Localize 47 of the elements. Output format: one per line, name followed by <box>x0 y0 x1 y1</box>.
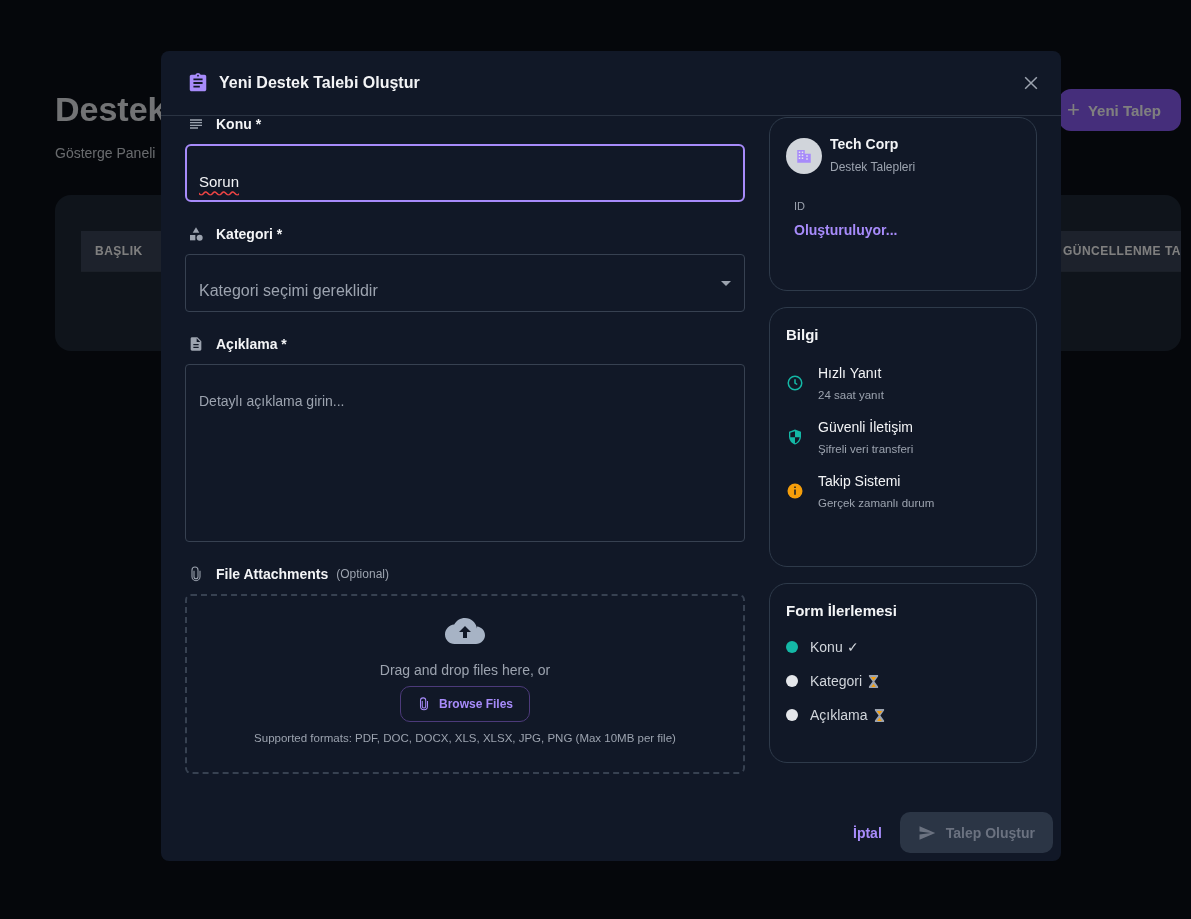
cancel-button[interactable]: İptal <box>853 820 882 845</box>
dialog-title: Yeni Destek Talebi Oluştur <box>219 74 421 92</box>
caret-icon <box>721 280 731 286</box>
breadcrumb: Gösterge Paneli <box>55 145 157 161</box>
clipboard-icon <box>187 72 209 94</box>
company-subtitle: Destek Talepleri <box>830 160 916 174</box>
id-label: ID <box>794 200 806 212</box>
field-label: Konu * <box>216 116 262 132</box>
cloud-upload-icon <box>445 618 485 644</box>
field-label: Kategori * <box>216 226 283 242</box>
field-label: File Attachments <box>216 566 329 582</box>
shapes-icon <box>188 226 204 242</box>
column-header: BAŞLIK <box>95 244 143 258</box>
supported-formats: Supported formats: PDF, DOC, DOCX, XLS, XLSX, JPG, PNG (Max 10MB per file) <box>254 732 676 744</box>
company-name: Tech Corp <box>830 136 900 152</box>
progress-item: Açıklama <box>810 707 868 723</box>
browse-files-button[interactable]: Browse Files <box>400 686 530 722</box>
info-text: Gerçek zamanlı durum <box>818 497 935 509</box>
info-text: 24 saat yanıt <box>818 389 884 401</box>
column-header: GÜNCELLENME TA <box>1062 244 1181 258</box>
optional-note: (Optional) <box>336 567 389 581</box>
info-title: Hızlı Yanıt <box>818 365 883 381</box>
card-title: Bilgi <box>786 326 820 343</box>
clock-icon <box>786 374 804 392</box>
paperclip-icon <box>417 697 431 711</box>
paperclip-icon <box>188 566 204 582</box>
progress-item: Kategori <box>810 673 863 689</box>
id-value: Oluşturuluyor... <box>794 222 899 238</box>
category-dropdown[interactable]: Kategori seçimi gereklidir <box>185 254 745 312</box>
info-title: Güvenli İletişim <box>818 419 914 435</box>
progress-item: Konu ✓ <box>810 639 859 655</box>
subject-field[interactable]: Sorun <box>185 144 745 202</box>
page-title: Destek <box>55 90 167 129</box>
card-title: Form İlerlemesi <box>786 602 898 619</box>
hourglass-icon <box>873 707 885 723</box>
lines-icon <box>188 116 204 132</box>
description-field[interactable]: Detaylı açıklama girin... <box>185 364 745 542</box>
field-label: Açıklama * <box>216 336 287 352</box>
shield-icon <box>786 428 804 446</box>
drop-instructions: Drag and drop files here, or <box>379 662 551 678</box>
hourglass-icon <box>868 673 880 689</box>
building-icon <box>795 147 813 165</box>
info-text: Şifreli veri transferi <box>818 443 914 455</box>
document-icon <box>188 336 204 352</box>
info-icon <box>786 482 804 500</box>
drop-zone[interactable]: Drag and drop files here, or Browse Files Supported formats: PDF, DOC, DOCX, XLS, XLSX, JPG, PNG (Max 10MB per file) <box>185 594 745 774</box>
info-title: Takip Sistemi <box>818 473 902 489</box>
